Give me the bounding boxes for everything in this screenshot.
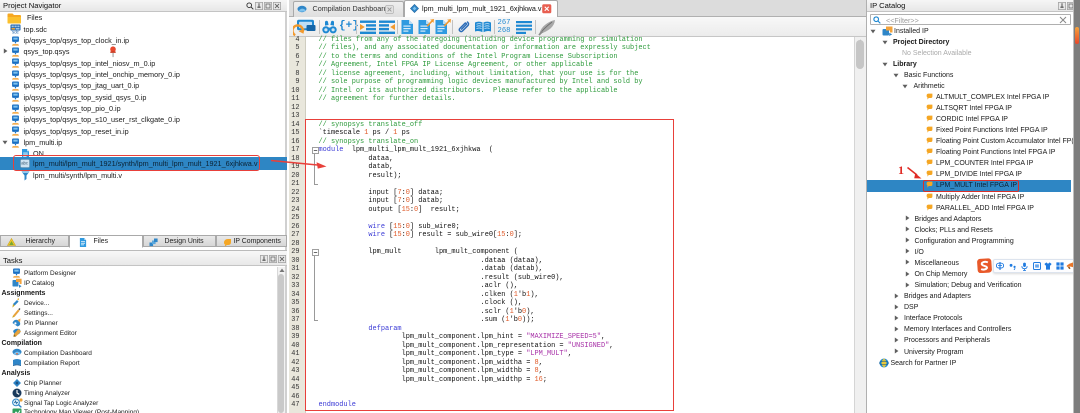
svg-text:sdc: sdc (12, 30, 20, 34)
